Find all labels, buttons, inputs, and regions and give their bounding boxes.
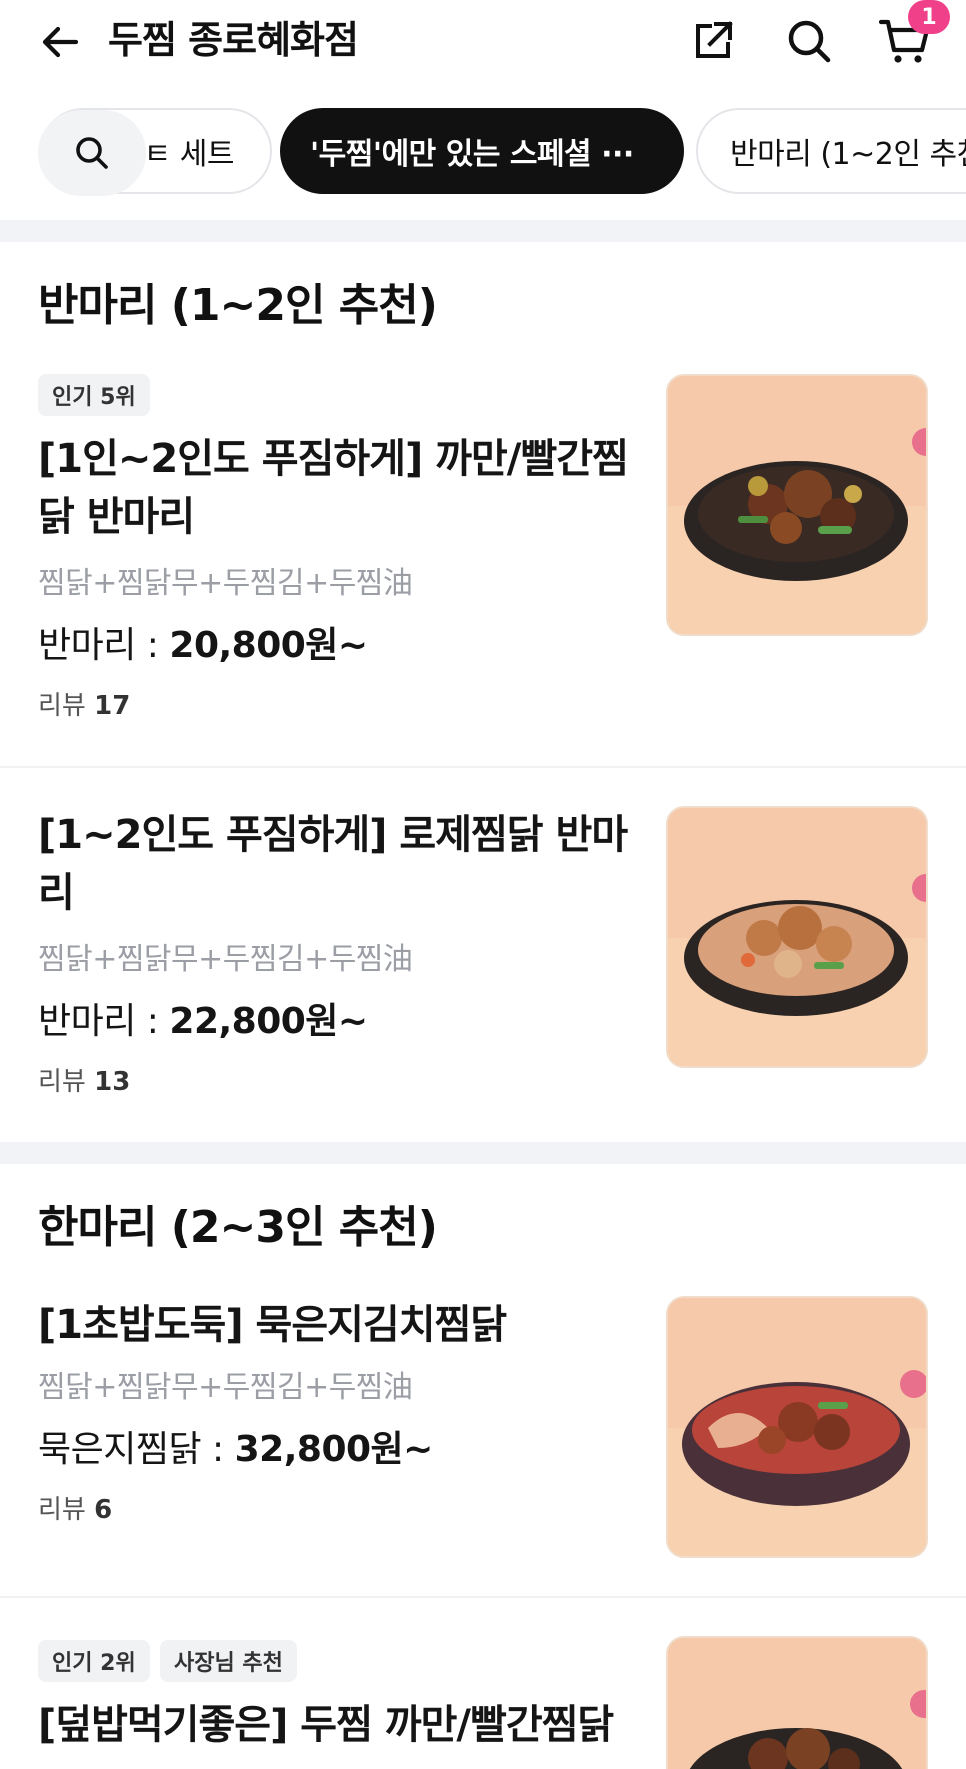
- item-description: 찜닭+찜닭무+두찜김+두찜油: [38, 1370, 413, 1405]
- review-label: 리뷰: [38, 1067, 95, 1097]
- chip-label: ㅌ 세트: [143, 137, 235, 172]
- review-label: 리뷰: [38, 1495, 95, 1525]
- share-external-icon: [696, 21, 733, 58]
- item-description: 찜닭+찜닭무+두찜김+두찜油: [38, 566, 413, 601]
- review-count: 13: [94, 1067, 131, 1097]
- item-image: [666, 1636, 928, 1769]
- menu-item[interactable]: [1~2인도 푸짐하게] 로제찜닭 반마리 찜닭+찜닭무+두찜김+두찜油 반마리…: [0, 806, 966, 1116]
- chip-half[interactable]: 반마리 (1~2인 추천): [696, 108, 966, 194]
- item-review: 리뷰 6: [38, 1492, 112, 1528]
- section-title: 반마리 (1~2인 추천): [38, 280, 438, 331]
- item-separator: [0, 766, 966, 768]
- chip-label: 반마리 (1~2인 추천): [730, 137, 966, 172]
- price-label: 반마리 :: [38, 1001, 170, 1042]
- menu-item[interactable]: [1초밥도둑] 묵은지김치찜닭 찜닭+찜닭무+두찜김+두찜油 묵은지찜닭 : 3…: [0, 1296, 966, 1596]
- item-image: [666, 374, 928, 636]
- back-button[interactable]: [34, 16, 86, 68]
- top-app-bar: 두찜 종로혜화점 1: [0, 0, 966, 80]
- item-review: 리뷰 17: [38, 688, 130, 724]
- chip-label: '두찜'에만 있는 스페셜 ···: [310, 137, 634, 172]
- share-button[interactable]: [684, 12, 742, 70]
- item-review: 리뷰 13: [38, 1064, 130, 1100]
- store-title: 두찜 종로혜화점: [108, 18, 359, 62]
- review-count: 17: [94, 691, 131, 721]
- item-name: [덮밥먹기좋은] 두찜 까만/빨간찜닭: [38, 1702, 614, 1748]
- menu-item[interactable]: 인기 2위 사장님 추천 [덮밥먹기좋은] 두찜 까만/빨간찜닭: [0, 1636, 966, 1769]
- item-price: 반마리 : 22,800원~: [38, 998, 368, 1046]
- search-button[interactable]: [780, 12, 838, 70]
- category-chip-bar: ㅌ 세트 '두찜'에만 있는 스페셜 ··· 반마리 (1~2인 추천): [0, 108, 966, 198]
- section-title: 한마리 (2~3인 추천): [38, 1202, 438, 1253]
- price-value: 32,800원~: [234, 1429, 434, 1470]
- menu-search-button[interactable]: [38, 110, 146, 196]
- section-divider: [0, 220, 966, 242]
- item-description: 찜닭+찜닭무+두찜김+두찜油: [38, 942, 413, 977]
- popularity-badge: 인기 5위: [38, 374, 150, 416]
- price-value: 20,800원~: [169, 625, 368, 666]
- chip-special[interactable]: '두찜'에만 있는 스페셜 ···: [280, 108, 684, 194]
- item-name: [1인~2인도 푸짐하게] 까만/빨간찜닭 반마리: [38, 436, 629, 540]
- item-name: [1초밥도둑] 묵은지김치찜닭: [38, 1302, 507, 1348]
- menu-item[interactable]: 인기 5위 [1인~2인도 푸짐하게] 까만/빨간찜닭 반마리 찜닭+찜닭무+두…: [0, 374, 966, 754]
- owner-recommend-badge: 사장님 추천: [160, 1640, 297, 1682]
- review-count: 6: [94, 1495, 113, 1525]
- review-label: 리뷰: [38, 691, 95, 721]
- cart-count-badge: 1: [908, 0, 950, 34]
- search-icon: [788, 20, 831, 63]
- item-price: 반마리 : 20,800원~: [38, 622, 368, 670]
- section-divider: [0, 1142, 966, 1164]
- price-label: 반마리 :: [38, 625, 170, 666]
- item-separator: [0, 1596, 966, 1598]
- price-label: 묵은지찜닭 :: [38, 1429, 235, 1470]
- item-image: [666, 806, 928, 1068]
- item-price: 묵은지찜닭 : 32,800원~: [38, 1426, 433, 1474]
- price-value: 22,800원~: [169, 1001, 368, 1042]
- search-icon: [76, 137, 108, 169]
- popularity-badge: 인기 2위: [38, 1640, 150, 1682]
- item-name: [1~2인도 푸짐하게] 로제찜닭 반마리: [38, 812, 628, 916]
- item-image: [666, 1296, 928, 1558]
- arrow-left-icon: [42, 26, 79, 58]
